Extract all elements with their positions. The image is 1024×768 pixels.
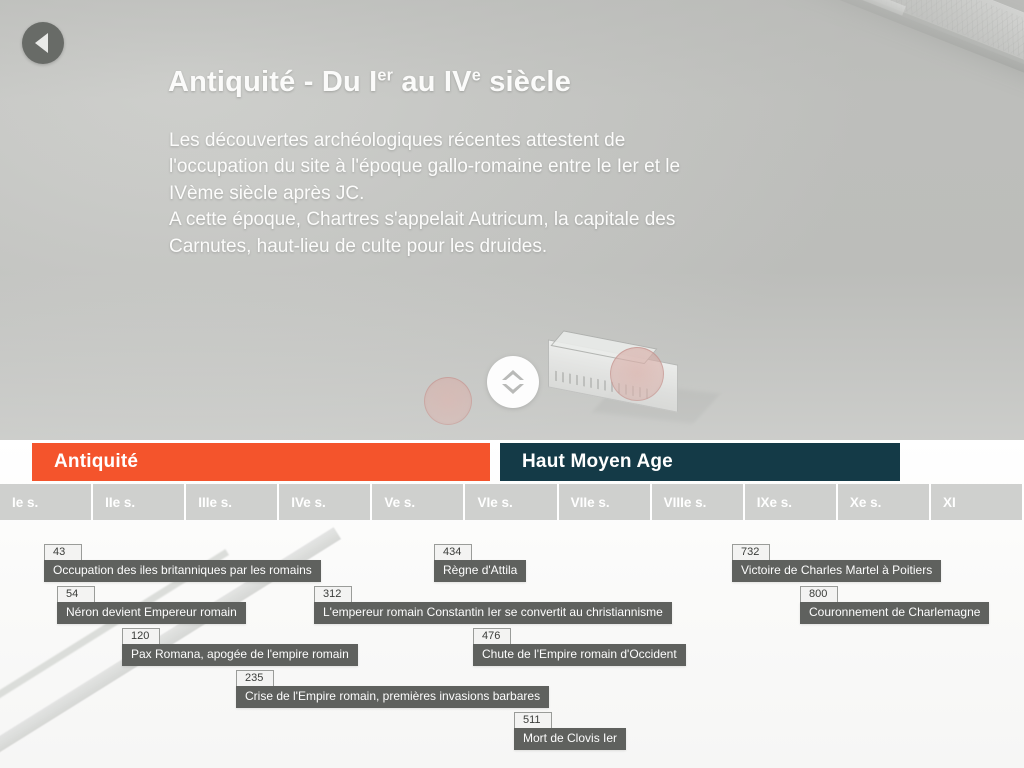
event-label: L'empereur romain Constantin Ier se conv… — [314, 602, 672, 624]
model-band-rail — [0, 0, 906, 16]
event-label: Occupation des iles britanniques par les… — [44, 560, 321, 582]
century-tick-5[interactable]: Ve s. — [372, 484, 466, 520]
event-year: 476 — [473, 628, 512, 644]
event-label: Couronnement de Charlemagne — [800, 602, 990, 624]
timeline-event[interactable]: 476 Chute de l'Empire romain d'Occident — [473, 626, 686, 666]
event-label: Néron devient Empereur romain — [57, 602, 246, 624]
century-tick-1[interactable]: Ie s. — [0, 484, 94, 520]
event-year: 120 — [122, 628, 161, 644]
century-label: XI — [942, 494, 956, 510]
site-marker-left — [424, 377, 472, 425]
page-title-part-2: au IV — [393, 66, 472, 98]
event-label: Mort de Clovis Ier — [514, 728, 627, 750]
century-tick-9[interactable]: IXe s. — [744, 484, 838, 520]
century-label: IXe s. — [756, 494, 793, 510]
timeline-event[interactable]: 312 L'empereur romain Constantin Ier se … — [314, 584, 672, 624]
century-tick-6[interactable]: VIe s. — [465, 484, 559, 520]
century-tick-11[interactable]: XI — [930, 484, 1024, 520]
page-title-sup-1: er — [377, 66, 394, 85]
timeline-event[interactable]: 434 Règne d'Attila — [434, 542, 527, 582]
century-tick-8[interactable]: VIIIe s. — [651, 484, 745, 520]
timeline-event[interactable]: 120 Pax Romana, apogée de l'empire romai… — [122, 626, 358, 666]
event-year: 43 — [44, 544, 82, 560]
timeline-event[interactable]: 511 Mort de Clovis Ier — [514, 710, 627, 750]
event-year: 235 — [236, 670, 275, 686]
century-label: IIe s. — [105, 494, 136, 510]
century-label: IVe s. — [291, 494, 326, 510]
event-year: 434 — [434, 544, 473, 560]
event-label: Chute de l'Empire romain d'Occident — [473, 644, 686, 666]
event-year: 511 — [514, 712, 552, 728]
period-label: Haut Moyen Age — [522, 451, 673, 472]
century-label: Xe s. — [849, 494, 882, 510]
period-bar-haut-moyen-age[interactable]: Haut Moyen Age — [500, 443, 900, 481]
timeline-event[interactable]: 54 Néron devient Empereur romain — [57, 584, 246, 624]
timeline-application: Antiquité - Du Ier au IVe siècle Les déc… — [0, 0, 1024, 768]
expand-collapse-button[interactable] — [487, 356, 539, 408]
event-label: Victoire de Charles Martel à Poitiers — [732, 560, 942, 582]
century-tick-7[interactable]: VIIe s. — [558, 484, 652, 520]
timeline-event[interactable]: 235 Crise de l'Empire romain, premières … — [236, 668, 550, 708]
century-tick-2[interactable]: IIe s. — [93, 484, 187, 520]
page-title: Antiquité - Du Ier au IVe siècle — [168, 66, 571, 99]
event-label: Règne d'Attila — [434, 560, 527, 582]
timeline-panel: Antiquité Haut Moyen Age Ie s. IIe s. II… — [0, 440, 1024, 768]
century-tick-3[interactable]: IIIe s. — [186, 484, 280, 520]
event-year: 312 — [314, 586, 353, 602]
century-label: Ve s. — [384, 494, 416, 510]
century-tick-4[interactable]: IVe s. — [279, 484, 373, 520]
event-year: 800 — [800, 586, 839, 602]
page-description: Les découvertes archéologiques récentes … — [169, 128, 889, 260]
event-label: Crise de l'Empire romain, premières inva… — [236, 686, 550, 708]
timeline-event[interactable]: 43 Occupation des iles britanniques par … — [44, 542, 321, 582]
event-label: Pax Romana, apogée de l'empire romain — [122, 644, 358, 666]
back-button[interactable] — [22, 22, 64, 64]
timeline-event[interactable]: 732 Victoire de Charles Martel à Poitier… — [732, 542, 942, 582]
page-title-part-1: Antiquité - Du I — [168, 66, 378, 98]
page-title-sup-2: e — [471, 66, 481, 85]
event-year: 732 — [732, 544, 771, 560]
period-label: Antiquité — [54, 451, 139, 472]
timeline-event[interactable]: 800 Couronnement de Charlemagne — [800, 584, 990, 624]
century-ruler: Ie s. IIe s. IIIe s. IVe s. Ve s. VIe s.… — [0, 484, 1024, 520]
period-bar-antiquite[interactable]: Antiquité — [32, 443, 490, 481]
century-label: VIIe s. — [570, 494, 610, 510]
century-tick-10[interactable]: Xe s. — [837, 484, 931, 520]
chevron-up-down-icon — [502, 370, 524, 394]
page-description-text: Les découvertes archéologiques récentes … — [169, 130, 681, 257]
century-label: VIe s. — [477, 494, 513, 510]
site-marker-right — [610, 347, 664, 401]
event-year: 54 — [57, 586, 95, 602]
century-label: VIIIe s. — [663, 494, 707, 510]
page-title-part-3: siècle — [480, 66, 572, 98]
century-label: IIIe s. — [198, 494, 232, 510]
triangle-left-icon — [35, 33, 48, 53]
century-label: Ie s. — [12, 494, 39, 510]
